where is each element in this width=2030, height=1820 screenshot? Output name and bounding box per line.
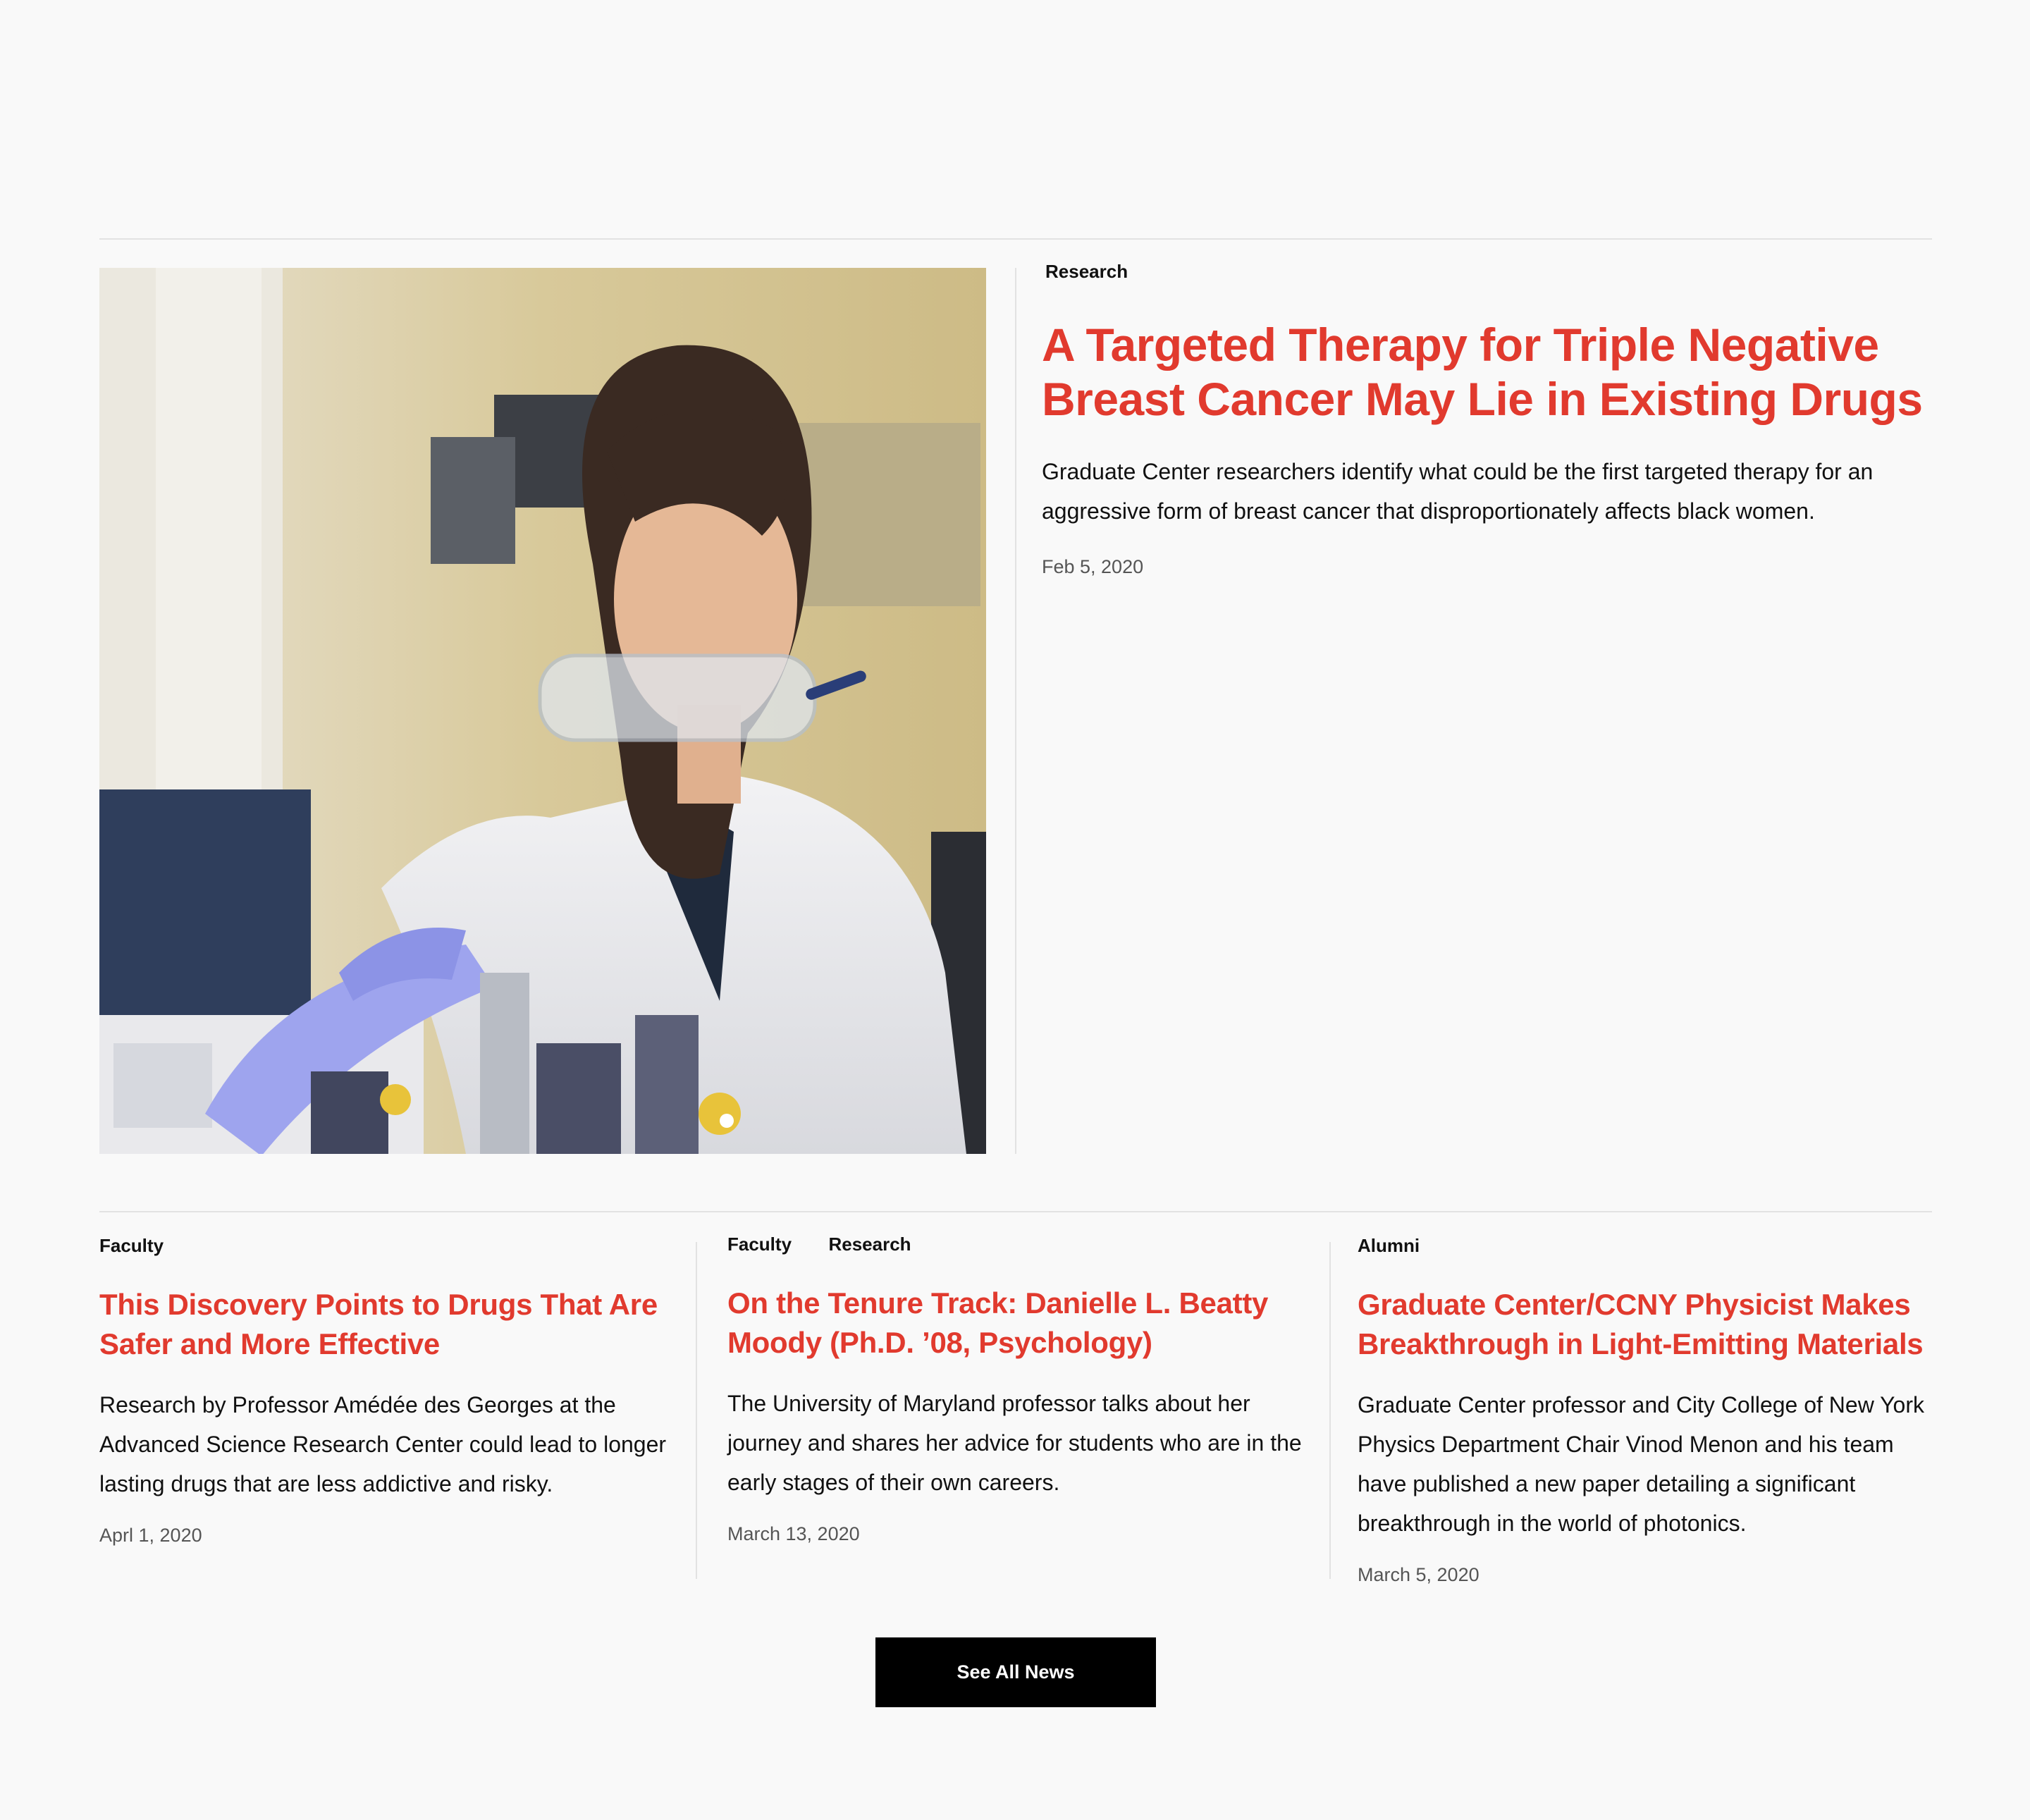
featured-description: Graduate Center researchers identify wha… — [1042, 459, 1874, 524]
lab-scientist-image — [99, 268, 986, 1154]
news-card-3: Alumni Graduate Center/CCNY Physicist Ma… — [1358, 1235, 1936, 1586]
tag-research[interactable]: Research — [828, 1234, 911, 1255]
news-card-2: Faculty Research On the Tenure Track: Da… — [727, 1234, 1305, 1545]
card-tags: Faculty — [99, 1235, 677, 1257]
card-title[interactable]: Graduate Center/CCNY Physicist Makes Bre… — [1358, 1285, 1936, 1364]
middle-divider — [99, 1211, 1932, 1212]
tag-faculty[interactable]: Faculty — [727, 1234, 792, 1255]
card-description: Research by Professor Amédée des Georges… — [99, 1392, 667, 1496]
featured-title[interactable]: A Targeted Therapy for Triple Negative B… — [1042, 318, 1930, 426]
card-title[interactable]: On the Tenure Track: Danielle L. Beatty … — [727, 1284, 1305, 1363]
featured-divider — [1015, 268, 1016, 1154]
card-date: March 13, 2020 — [727, 1523, 860, 1544]
card-tags: Faculty Research — [727, 1234, 1305, 1255]
featured-article: Research A Targeted Therapy for Triple N… — [1042, 261, 1930, 578]
tag-research[interactable]: Research — [1045, 261, 1128, 283]
news-card-1: Faculty This Discovery Points to Drugs T… — [99, 1235, 677, 1547]
card-description: The University of Maryland professor tal… — [727, 1391, 1302, 1495]
tag-faculty[interactable]: Faculty — [99, 1235, 164, 1257]
featured-tags: Research — [1042, 261, 1930, 283]
featured-photo[interactable] — [99, 268, 986, 1154]
card-divider-1 — [696, 1242, 697, 1579]
card-title[interactable]: This Discovery Points to Drugs That Are … — [99, 1285, 677, 1364]
card-tags: Alumni — [1358, 1235, 1936, 1257]
featured-date: Feb 5, 2020 — [1042, 556, 1144, 577]
card-date: Aprl 1, 2020 — [99, 1525, 202, 1546]
card-description: Graduate Center professor and City Colle… — [1358, 1392, 1924, 1536]
see-all-news-button[interactable]: See All News — [875, 1637, 1156, 1707]
card-date: March 5, 2020 — [1358, 1564, 1480, 1585]
card-divider-2 — [1329, 1242, 1331, 1579]
tag-alumni[interactable]: Alumni — [1358, 1235, 1420, 1257]
top-divider — [99, 238, 1932, 240]
